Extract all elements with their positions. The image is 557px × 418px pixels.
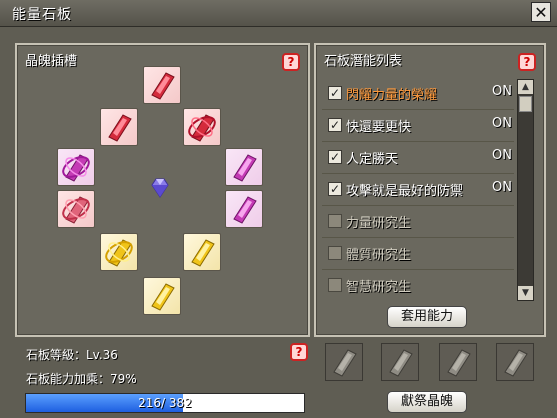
crystal-help-button[interactable]: ? xyxy=(282,53,300,71)
empty-crystal-icon xyxy=(447,349,471,377)
crystal-ring-icon xyxy=(62,196,90,224)
crystal-ring-icon xyxy=(188,114,216,142)
scroll-up-button[interactable]: ▲ xyxy=(518,80,533,94)
crystal-icon xyxy=(151,72,175,100)
empty-crystal-icon xyxy=(389,349,413,377)
ability-label: 體質研究生 xyxy=(346,248,412,263)
crystal-icon xyxy=(191,239,215,267)
list-item[interactable]: ✓ 快還要更快 ON xyxy=(318,110,516,141)
list-item[interactable]: ✓ 人定勝天 ON xyxy=(318,142,516,173)
ability-checkbox[interactable]: ✓ xyxy=(328,150,342,164)
crystal-slot[interactable] xyxy=(143,277,181,315)
list-item[interactable]: 力量研究生 xyxy=(318,206,516,237)
slate-level: 石板等級：Lv.36 xyxy=(26,348,118,362)
list-item[interactable]: 體質研究生 xyxy=(318,238,516,269)
offer-slot[interactable] xyxy=(439,343,477,381)
ability-checkbox[interactable]: ✓ xyxy=(328,118,342,132)
ability-label: 智慧研究生 xyxy=(346,280,412,295)
diamond-icon xyxy=(151,178,169,198)
crystal-icon xyxy=(151,283,175,311)
list-item[interactable]: ✓ 閃耀力量的榮耀 ON xyxy=(318,78,516,109)
empty-crystal-icon xyxy=(504,349,528,377)
title-bar[interactable]: 能量石板 ✕ xyxy=(0,0,557,27)
window-title: 能量石板 xyxy=(12,7,72,23)
empty-crystal-icon xyxy=(333,349,357,377)
slate-bonus: 石板能力加乘：79% xyxy=(26,372,137,386)
crystal-panel-title: 晶魄插槽 xyxy=(25,54,78,69)
offer-crystal-button[interactable]: 獻祭晶魄 xyxy=(387,391,467,413)
ability-checkbox[interactable]: ✓ xyxy=(328,182,342,196)
offer-slot[interactable] xyxy=(381,343,419,381)
ability-label: 閃耀力量的榮耀 xyxy=(346,88,438,103)
crystal-slot[interactable] xyxy=(225,148,263,186)
stats-help-button[interactable]: ? xyxy=(290,343,308,361)
crystal-slot[interactable] xyxy=(100,108,138,146)
crystal-slot[interactable] xyxy=(183,108,221,146)
ability-panel-title: 石板潛能列表 xyxy=(324,54,403,69)
ability-status: ON xyxy=(492,84,512,99)
scroll-thumb[interactable] xyxy=(519,96,532,112)
offer-slot[interactable] xyxy=(496,343,534,381)
ability-label: 力量研究生 xyxy=(346,216,412,231)
crystal-slot[interactable] xyxy=(100,233,138,271)
crystal-slot[interactable] xyxy=(225,190,263,228)
crystal-ring-icon xyxy=(62,154,90,182)
ability-label: 人定勝天 xyxy=(346,152,399,167)
crystal-slot[interactable] xyxy=(183,233,221,271)
ability-status: ON xyxy=(492,148,512,163)
close-button[interactable]: ✕ xyxy=(531,2,551,22)
list-item[interactable]: ✓ 攻擊就是最好的防禦 ON xyxy=(318,174,516,205)
crystal-ring-icon xyxy=(105,239,133,267)
crystal-icon xyxy=(108,114,132,142)
progress-text: 216/ 382 xyxy=(138,396,192,410)
crystal-icon xyxy=(233,154,257,182)
list-item[interactable]: 智慧研究生 xyxy=(318,270,516,301)
ability-list: ✓ 閃耀力量的榮耀 ON ✓ 快還要更快 ON ✓ 人定勝天 ON ✓ 攻擊就是… xyxy=(318,78,516,300)
ability-status: ON xyxy=(492,180,512,195)
ability-label: 攻擊就是最好的防禦 xyxy=(346,184,464,199)
progress-bar: 216/ 382 xyxy=(25,393,305,413)
apply-ability-button[interactable]: 套用能力 xyxy=(387,306,467,328)
crystal-slot[interactable] xyxy=(57,148,95,186)
scroll-down-button[interactable]: ▼ xyxy=(518,286,533,300)
crystal-slot[interactable] xyxy=(57,190,95,228)
ability-scrollbar[interactable]: ▲ ▼ xyxy=(517,79,534,301)
ability-checkbox[interactable] xyxy=(328,214,342,228)
crystal-icon xyxy=(233,196,257,224)
energy-slate-window: 能量石板 ✕ 晶魄插槽 ? 石板潛能列表 ? ✓ 閃耀力量的榮耀 ON ✓ 快還… xyxy=(0,0,557,418)
ability-checkbox[interactable]: ✓ xyxy=(328,86,342,100)
ability-checkbox[interactable] xyxy=(328,246,342,260)
offer-slot[interactable] xyxy=(325,343,363,381)
ability-status: ON xyxy=(492,116,512,131)
crystal-slot[interactable] xyxy=(143,66,181,104)
ability-checkbox[interactable] xyxy=(328,278,342,292)
ability-help-button[interactable]: ? xyxy=(518,53,536,71)
ability-label: 快還要更快 xyxy=(346,120,412,135)
